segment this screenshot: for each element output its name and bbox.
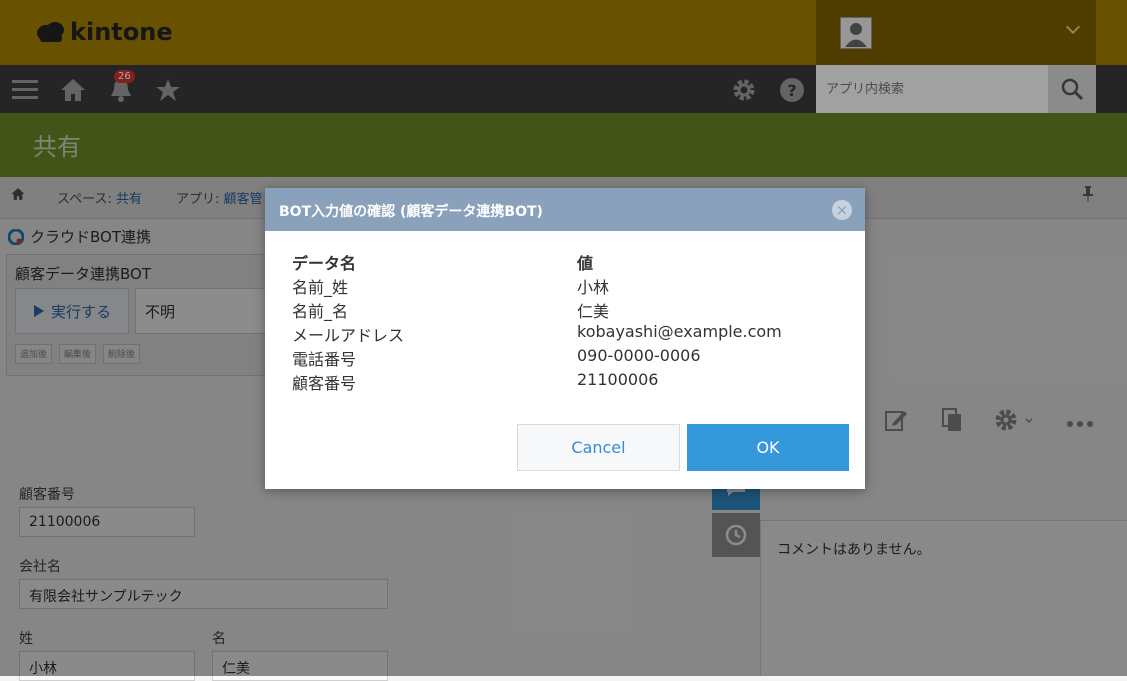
row-name: 顧客番号	[292, 374, 357, 393]
row-value: 小林	[577, 278, 610, 297]
column-header-value: 値	[577, 254, 594, 273]
row-name: 名前_名	[292, 302, 349, 321]
table-row: 電話番号 090-0000-0006	[292, 346, 782, 370]
row-value: 仁美	[577, 302, 610, 321]
table-row: 名前_名 仁美	[292, 298, 782, 322]
ok-button[interactable]: OK	[687, 424, 849, 471]
modal-overlay-top	[0, 0, 1127, 113]
row-value: 21100006	[577, 370, 659, 389]
dialog-title: BOT入力値の確認 (顧客データ連携BOT)	[265, 188, 865, 231]
table-row: 名前_姓 小林	[292, 274, 782, 298]
bot-confirm-dialog: BOT入力値の確認 (顧客データ連携BOT) × データ名 値 名前_姓 小林 …	[265, 188, 865, 489]
row-name: メールアドレス	[292, 326, 405, 345]
dialog-data-table: データ名 値 名前_姓 小林 名前_名 仁美 メールアドレス kobayashi…	[292, 250, 782, 394]
row-name: 名前_姓	[292, 278, 349, 297]
cancel-button[interactable]: Cancel	[517, 424, 680, 471]
column-header-name: データ名	[292, 254, 357, 273]
row-value: 090-0000-0006	[577, 346, 701, 365]
table-row: メールアドレス kobayashi@example.com	[292, 322, 782, 346]
close-icon[interactable]: ×	[832, 200, 852, 220]
row-value: kobayashi@example.com	[577, 322, 782, 341]
table-header-row: データ名 値	[292, 250, 782, 274]
row-name: 電話番号	[292, 350, 357, 369]
table-row: 顧客番号 21100006	[292, 370, 782, 394]
